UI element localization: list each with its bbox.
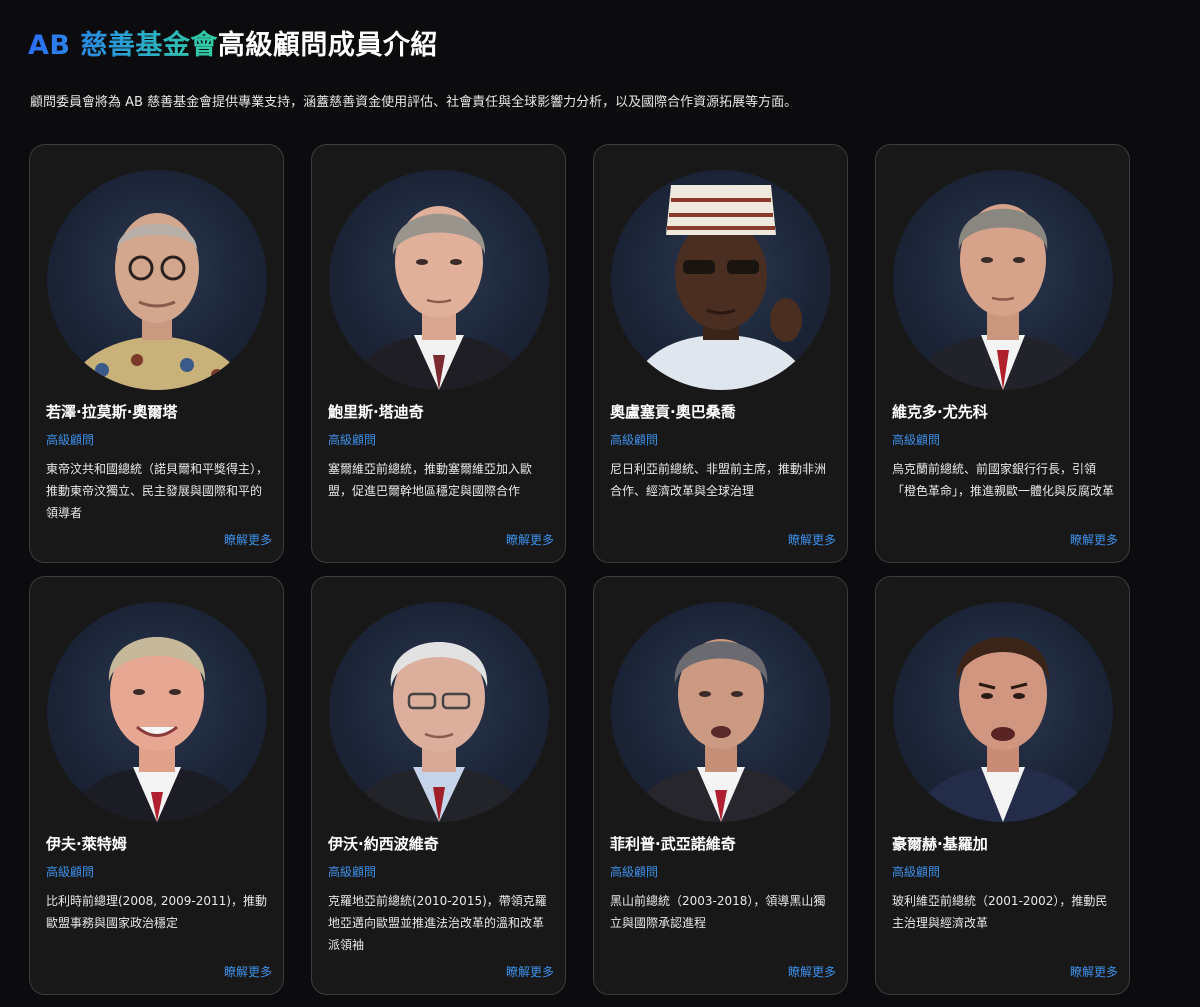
advisor-role: 高級顧問 xyxy=(610,865,659,879)
advisor-photo xyxy=(47,170,267,390)
advisor-card: 豪爾赫·基羅加 高級顧問 玻利維亞前總統（2001-2002），推動民主治理與經… xyxy=(875,576,1130,995)
advisor-name: 菲利普·武亞諾維奇 xyxy=(610,835,736,853)
advisor-card: 奧盧塞貢·奧巴桑喬 高級顧問 尼日利亞前總統、非盟前主席，推動非洲合作、經濟改革… xyxy=(593,144,848,563)
advisor-description: 克羅地亞前總統(2010-2015)，帶領克羅地亞邁向歐盟並推進法治改革的溫和改… xyxy=(328,894,547,952)
advisors-page: AB 慈善基金會高級顧問成員介紹 顧問委員會將為 AB 慈善基金會提供專業支持，… xyxy=(0,0,1200,1007)
learn-more-link[interactable]: 瞭解更多 xyxy=(1070,531,1118,549)
advisor-card: 伊夫·萊特姆 高級顧問 比利時前總理(2008, 2009-2011)，推動歐盟… xyxy=(29,576,284,995)
advisor-description: 東帝汶共和國總統（諾貝爾和平獎得主），推動東帝汶獨立、民主發展與國際和平的領導者 xyxy=(46,462,269,520)
advisor-role: 高級顧問 xyxy=(328,865,377,879)
advisor-role: 高級顧問 xyxy=(892,865,941,879)
advisor-card: 伊沃·約西波維奇 高級顧問 克羅地亞前總統(2010-2015)，帶領克羅地亞邁… xyxy=(311,576,566,995)
advisor-photo xyxy=(611,602,831,822)
advisor-card: 若澤·拉莫斯·奧爾塔 高級顧問 東帝汶共和國總統（諾貝爾和平獎得主），推動東帝汶… xyxy=(29,144,284,563)
learn-more-link[interactable]: 瞭解更多 xyxy=(506,531,554,549)
advisor-description: 烏克蘭前總統、前國家銀行行長，引領「橙色革命」，推進親歐一體化與反腐改革 xyxy=(892,462,1115,498)
learn-more-link[interactable]: 瞭解更多 xyxy=(224,963,272,981)
title-text: 高級顧問成員介紹 xyxy=(217,30,438,61)
advisor-name: 若澤·拉莫斯·奧爾塔 xyxy=(46,403,178,421)
advisor-description: 比利時前總理(2008, 2009-2011)，推動歐盟事務與國家政治穩定 xyxy=(46,894,267,930)
advisor-role: 高級顧問 xyxy=(892,433,941,447)
advisor-name: 鮑里斯·塔迪奇 xyxy=(328,403,424,421)
advisor-role: 高級顧問 xyxy=(46,865,95,879)
advisor-description: 尼日利亞前總統、非盟前主席，推動非洲合作、經濟改革與全球治理 xyxy=(610,462,827,498)
advisor-description: 黑山前總統（2003-2018），領導黑山獨立與國際承認進程 xyxy=(610,894,826,930)
learn-more-link[interactable]: 瞭解更多 xyxy=(788,963,836,981)
advisor-card: 維克多·尤先科 高級顧問 烏克蘭前總統、前國家銀行行長，引領「橙色革命」，推進親… xyxy=(875,144,1130,563)
learn-more-link[interactable]: 瞭解更多 xyxy=(224,531,272,549)
advisor-name: 豪爾赫·基羅加 xyxy=(892,835,988,853)
learn-more-link[interactable]: 瞭解更多 xyxy=(1070,963,1118,981)
intro-text: 顧問委員會將為 AB 慈善基金會提供專業支持，涵蓋慈善資金使用評估、社會責任與全… xyxy=(30,95,798,110)
advisor-description: 玻利維亞前總統（2001-2002），推動民主治理與經濟改革 xyxy=(892,894,1108,930)
advisor-card: 鮑里斯·塔迪奇 高級顧問 塞爾維亞前總統，推動塞爾維亞加入歐盟，促進巴爾幹地區穩… xyxy=(311,144,566,563)
learn-more-link[interactable]: 瞭解更多 xyxy=(788,531,836,549)
advisor-photo xyxy=(611,170,831,390)
advisor-role: 高級顧問 xyxy=(610,433,659,447)
advisor-name: 奧盧塞貢·奧巴桑喬 xyxy=(610,403,736,421)
advisor-photo xyxy=(329,602,549,822)
advisor-photo xyxy=(47,602,267,822)
advisor-photo xyxy=(329,170,549,390)
advisor-role: 高級顧問 xyxy=(328,433,377,447)
advisor-name: 維克多·尤先科 xyxy=(892,403,988,421)
advisor-grid: 若澤·拉莫斯·奧爾塔 高級顧問 東帝汶共和國總統（諾貝爾和平獎得主），推動東帝汶… xyxy=(29,144,1131,999)
advisor-name: 伊夫·萊特姆 xyxy=(46,835,127,853)
advisor-name: 伊沃·約西波維奇 xyxy=(328,835,439,853)
learn-more-link[interactable]: 瞭解更多 xyxy=(506,963,554,981)
page-title: AB 慈善基金會高級顧問成員介紹 xyxy=(28,26,438,66)
advisor-card: 菲利普·武亞諾維奇 高級顧問 黑山前總統（2003-2018），領導黑山獨立與國… xyxy=(593,576,848,995)
advisor-description: 塞爾維亞前總統，推動塞爾維亞加入歐盟，促進巴爾幹地區穩定與國際合作 xyxy=(328,462,533,498)
advisor-photo xyxy=(893,170,1113,390)
advisor-role: 高級顧問 xyxy=(46,433,95,447)
advisor-photo xyxy=(893,602,1113,822)
brand-name: AB 慈善基金會 xyxy=(28,30,218,61)
